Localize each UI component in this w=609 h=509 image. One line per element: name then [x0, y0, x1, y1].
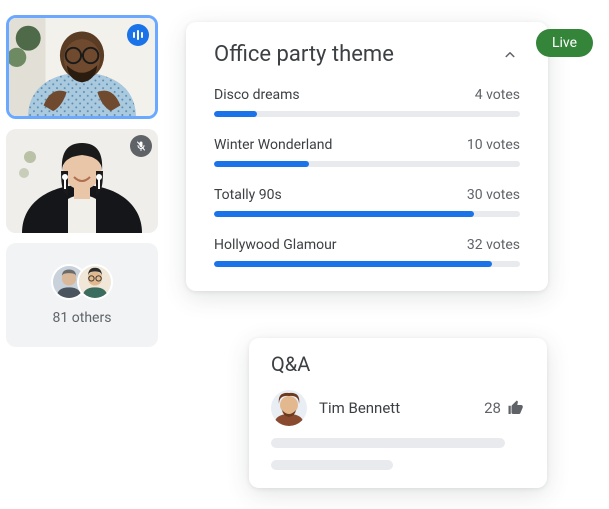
live-badge: Live: [536, 29, 593, 57]
poll-option[interactable]: Disco dreams 4 votes: [214, 87, 520, 117]
qa-title: Q&A: [271, 352, 525, 376]
qa-upvote-button[interactable]: 28: [484, 399, 525, 417]
poll-bar: [214, 261, 520, 267]
speaking-indicator-icon: [127, 24, 149, 46]
qa-author-name: Tim Bennett: [319, 399, 472, 417]
thumbs-up-icon: [507, 399, 525, 417]
qa-question-text-placeholder: [271, 460, 393, 470]
poll-option-label: Winter Wonderland: [214, 137, 332, 153]
avatar: [77, 264, 113, 300]
poll-card: Office party theme Disco dreams 4 votes …: [186, 22, 548, 291]
qa-question-text-placeholder: [271, 438, 505, 448]
avatar: [271, 390, 307, 426]
poll-bar: [214, 111, 520, 117]
participant-tile-muted[interactable]: [6, 129, 158, 233]
poll-option-votes: 32 votes: [467, 237, 520, 253]
others-count-label: 81 others: [53, 310, 112, 326]
poll-option[interactable]: Winter Wonderland 10 votes: [214, 137, 520, 167]
others-tile[interactable]: 81 others: [6, 243, 158, 347]
poll-option-label: Hollywood Glamour: [214, 237, 337, 253]
poll-bar: [214, 211, 520, 217]
chevron-up-icon: [501, 46, 519, 64]
poll-bar: [214, 161, 520, 167]
poll-option-votes: 30 votes: [467, 187, 520, 203]
poll-option[interactable]: Hollywood Glamour 32 votes: [214, 237, 520, 267]
participant-tiles: 81 others: [6, 15, 166, 357]
participant-tile-speaking[interactable]: [6, 15, 158, 119]
muted-mic-icon: [130, 135, 152, 157]
poll-option[interactable]: Totally 90s 30 votes: [214, 187, 520, 217]
poll-option-votes: 4 votes: [475, 87, 520, 103]
poll-option-votes: 10 votes: [467, 137, 520, 153]
poll-option-label: Totally 90s: [214, 187, 282, 203]
others-avatar-stack: [51, 264, 113, 300]
poll-option-label: Disco dreams: [214, 87, 300, 103]
qa-upvote-count: 28: [484, 399, 501, 417]
poll-title: Office party theme: [214, 42, 394, 67]
qa-card: Q&A Tim Bennett 28: [249, 338, 547, 488]
qa-entry[interactable]: Tim Bennett 28: [271, 390, 525, 426]
collapse-poll-button[interactable]: [500, 45, 520, 65]
